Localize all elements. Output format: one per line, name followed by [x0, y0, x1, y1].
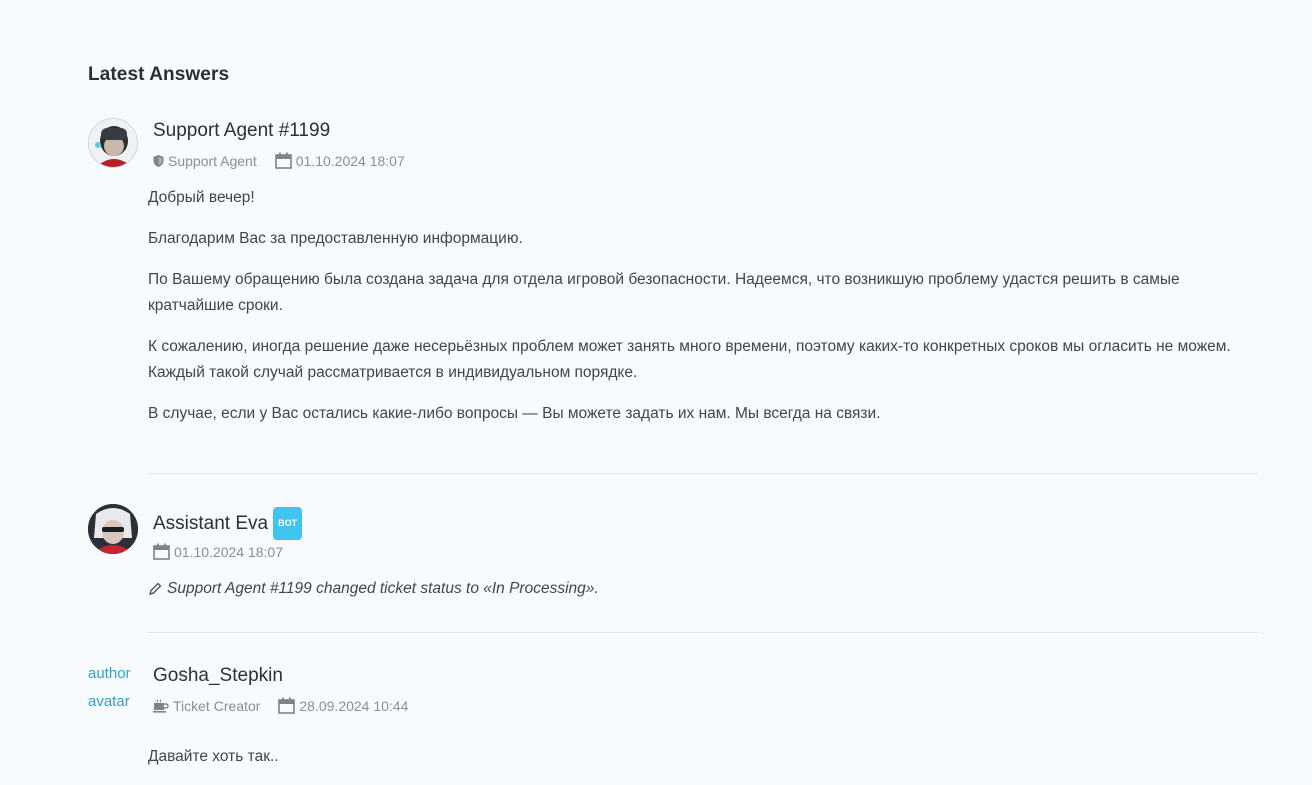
author-name[interactable]: Assistant Eva BOT: [153, 507, 303, 540]
status-text: Support Agent #1199 changed ticket statu…: [167, 580, 599, 597]
calendar-icon: [153, 543, 170, 560]
section-title: Latest Answers: [88, 64, 230, 85]
answer-item: author avatar Gosha_Stepkin Ticket Creat…: [88, 660, 1258, 779]
answer-meta: Ticket Creator 28.09.2024 10:44: [153, 697, 426, 714]
answer-meta: 01.10.2024 18:07: [153, 543, 301, 560]
avatar[interactable]: [88, 118, 138, 168]
answer-body: Добрый вечер! Благодарим Вас за предоста…: [148, 185, 1258, 442]
status-change: Support Agent #1199 changed ticket statu…: [148, 580, 599, 598]
calendar-icon: [278, 697, 296, 714]
pencil-icon: [149, 582, 162, 595]
calendar-icon: [274, 152, 292, 169]
shield-icon: [153, 154, 164, 167]
author-role: Ticket Creator: [173, 697, 261, 714]
bot-badge: BOT: [273, 507, 303, 540]
answer-paragraph: Добрый вечер!: [148, 189, 255, 206]
answer-paragraph: К сожалению, иногда решение даже несерьё…: [148, 338, 1231, 381]
answer-date: 01.10.2024 18:07: [174, 543, 283, 560]
answer-date: 28.09.2024 10:44: [299, 697, 409, 714]
author-role: Support Agent: [168, 152, 257, 169]
answer-item: Assistant Eva BOT 01.10.2024 18:07 Suppo…: [88, 504, 1258, 634]
coffee-icon: [153, 698, 169, 713]
divider: [148, 473, 1258, 474]
answer-paragraph: Благодарим Вас за предоставленную информ…: [148, 230, 523, 247]
avatar-alt-text: author avatar: [88, 665, 131, 710]
author-name[interactable]: Gosha_Stepkin: [153, 665, 283, 687]
answer-item: Support Agent #1199 Support Agent 01.10.…: [88, 118, 1258, 478]
answer-paragraph: В случае, если у Вас остались какие-либо…: [148, 405, 881, 422]
author-name-label: Assistant Eva: [153, 512, 269, 534]
answer-paragraph: Давайте хоть так..: [148, 748, 279, 765]
divider: [148, 632, 1258, 633]
answer-meta: Support Agent 01.10.2024 18:07: [153, 152, 423, 169]
answer-date: 01.10.2024 18:07: [295, 152, 405, 169]
avatar[interactable]: [88, 504, 138, 554]
answer-paragraph: По Вашему обращению была создана задача …: [148, 271, 1180, 314]
avatar-broken-image[interactable]: author avatar: [88, 660, 140, 722]
author-name[interactable]: Support Agent #1199: [153, 120, 330, 142]
